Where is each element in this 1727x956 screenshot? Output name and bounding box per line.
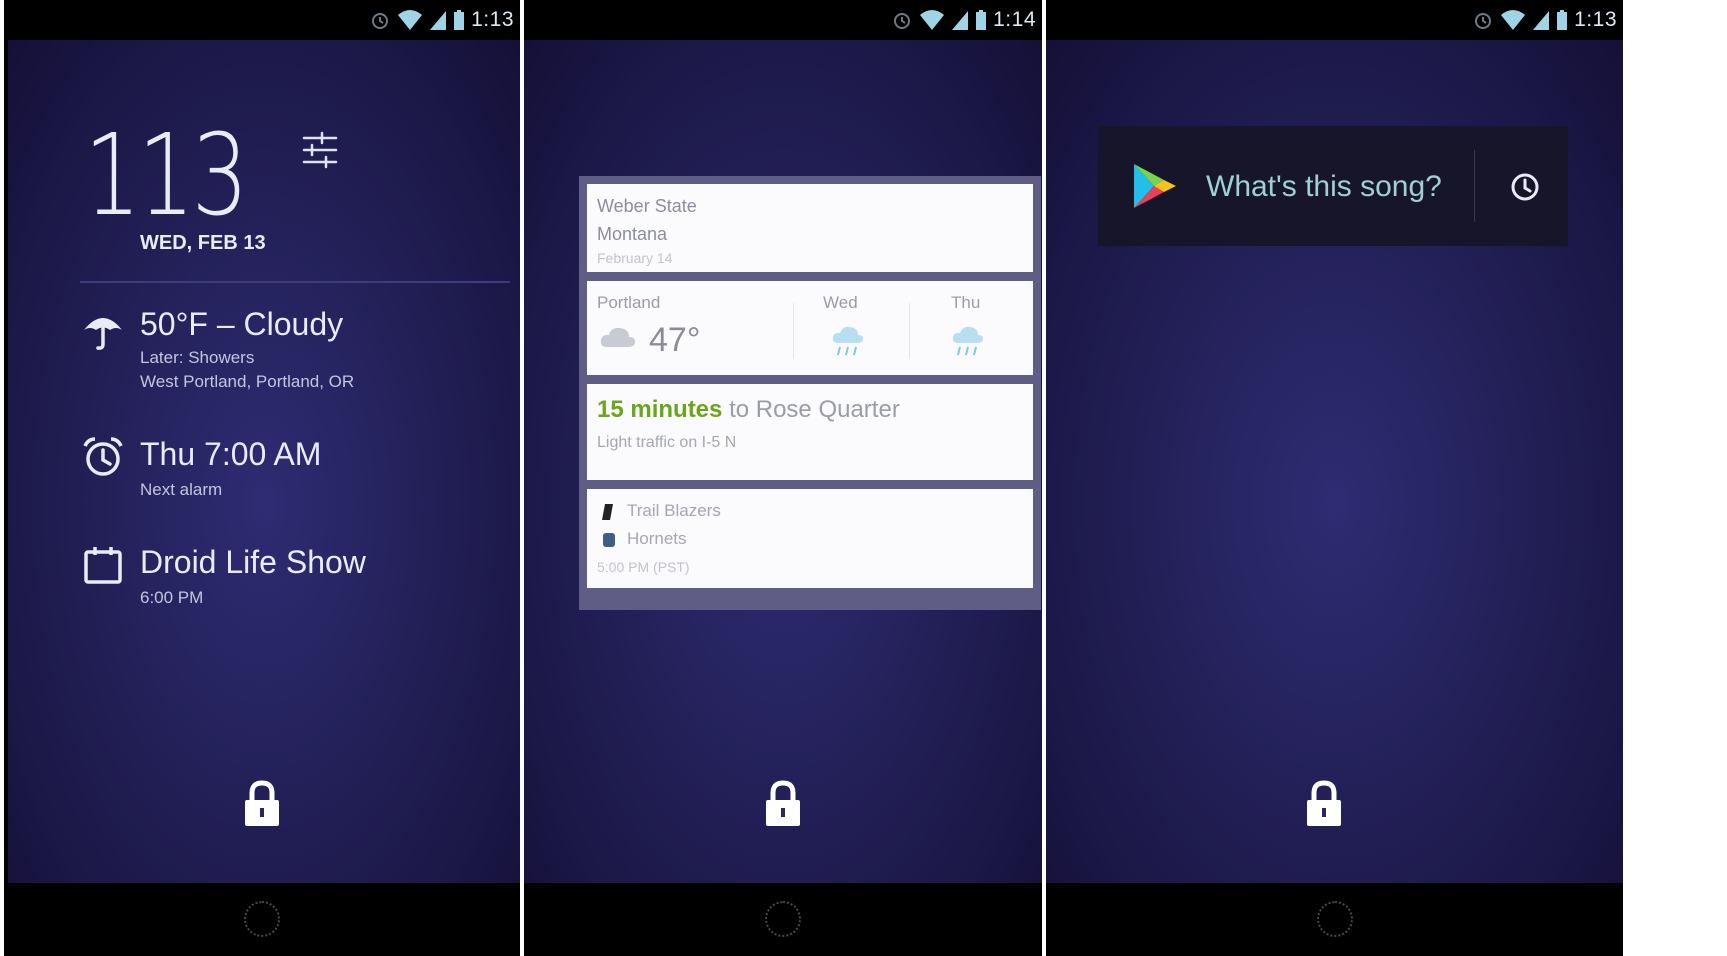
calendar-icon xyxy=(84,547,122,584)
status-bar: 1:13 xyxy=(4,0,520,40)
battery-icon xyxy=(454,10,465,30)
home-button-icon[interactable] xyxy=(244,901,280,937)
weather-city: Portland xyxy=(597,293,661,312)
card-divider xyxy=(909,303,910,359)
settings-sliders-icon[interactable] xyxy=(300,130,340,170)
divider xyxy=(80,281,510,283)
phone-screen-google-now: 1:14 Weber State Montana February 14 Por… xyxy=(524,0,1042,956)
sound-search-widget[interactable]: What's this song? xyxy=(1098,126,1568,246)
phone-screen-widgets: 1:13 113 WED, FEB 13 50°F – Cloudy Later… xyxy=(4,0,520,956)
alarm-label: Next alarm xyxy=(140,480,223,499)
traffic-headline: 15 minutes to Rose Quarter xyxy=(597,396,900,424)
weather-headline: 50°F – Cloudy xyxy=(140,306,344,342)
status-time: 1:13 xyxy=(471,8,514,31)
game-date: February 14 xyxy=(597,250,673,266)
wifi-icon xyxy=(920,10,945,30)
basketball-team-icon xyxy=(602,504,613,520)
signal-icon xyxy=(952,11,969,30)
home-button-icon[interactable] xyxy=(765,901,801,937)
nba-team-2: Hornets xyxy=(627,529,687,548)
lock-icon[interactable] xyxy=(764,780,802,828)
weather-card[interactable]: Portland 47° Wed Thu xyxy=(587,281,1033,375)
traffic-card[interactable]: 15 minutes to Rose Quarter Light traffic… xyxy=(587,384,1033,480)
traffic-minutes: 15 minutes xyxy=(597,396,723,423)
lock-icon[interactable] xyxy=(1305,780,1343,828)
card-divider xyxy=(793,303,794,359)
lockscreen-date: WED, FEB 13 xyxy=(140,232,266,254)
wifi-icon xyxy=(398,10,423,30)
play-store-icon xyxy=(1134,164,1176,208)
basketball-team-icon xyxy=(603,533,615,547)
alarm-icon xyxy=(372,13,389,29)
alarm-time: Thu 7:00 AM xyxy=(140,436,322,472)
google-now-card-stack: Weber State Montana February 14 Portland… xyxy=(579,176,1041,610)
weather-day-2: Thu xyxy=(951,293,981,312)
alarm-icon xyxy=(894,13,911,29)
cloud-icon xyxy=(600,327,636,347)
history-icon[interactable] xyxy=(1510,172,1540,202)
status-bar: 1:14 xyxy=(524,0,1042,40)
page-margin xyxy=(1623,0,1727,956)
status-time: 1:14 xyxy=(993,8,1036,31)
umbrella-icon xyxy=(84,318,122,350)
signal-icon xyxy=(1533,11,1550,30)
nba-game-time: 5:00 PM (PST) xyxy=(597,559,690,575)
battery-icon xyxy=(976,10,987,30)
phone-screen-sound-search: 1:13 What's this song? xyxy=(1046,0,1727,956)
nba-game-card[interactable]: Trail Blazers Hornets 5:00 PM (PST) xyxy=(587,489,1033,588)
battery-icon xyxy=(1557,10,1568,30)
sound-search-prompt: What's this song? xyxy=(1206,170,1442,203)
navigation-bar xyxy=(1046,883,1623,956)
weather-location: West Portland, Portland, OR xyxy=(140,372,355,391)
lockscreen-clock[interactable]: 113 xyxy=(84,120,249,232)
status-time: 1:13 xyxy=(1574,8,1617,31)
status-bar: 1:13 xyxy=(1046,0,1623,40)
wifi-icon xyxy=(1501,10,1526,30)
rain-icon xyxy=(952,326,984,356)
team-1: Weber State xyxy=(597,196,697,216)
navigation-bar xyxy=(4,883,520,956)
team-2: Montana xyxy=(597,224,668,244)
traffic-note: Light traffic on I-5 N xyxy=(597,434,737,451)
traffic-destination: to Rose Quarter xyxy=(729,396,900,423)
alarm-clock-icon xyxy=(83,437,123,476)
signal-icon xyxy=(430,11,447,30)
rain-icon xyxy=(832,326,864,356)
widget-divider xyxy=(1474,150,1475,222)
weather-later: Later: Showers xyxy=(140,348,255,367)
nba-team-1: Trail Blazers xyxy=(627,501,721,520)
lock-icon[interactable] xyxy=(243,780,281,828)
weather-day-1: Wed xyxy=(823,293,858,312)
alarm-icon xyxy=(1475,13,1492,29)
home-button-icon[interactable] xyxy=(1316,901,1353,937)
sports-card[interactable]: Weber State Montana February 14 xyxy=(587,184,1033,272)
navigation-bar xyxy=(524,883,1042,956)
event-title: Droid Life Show xyxy=(140,544,366,580)
weather-current-temp: 47° xyxy=(649,321,701,359)
event-time: 6:00 PM xyxy=(140,588,204,607)
